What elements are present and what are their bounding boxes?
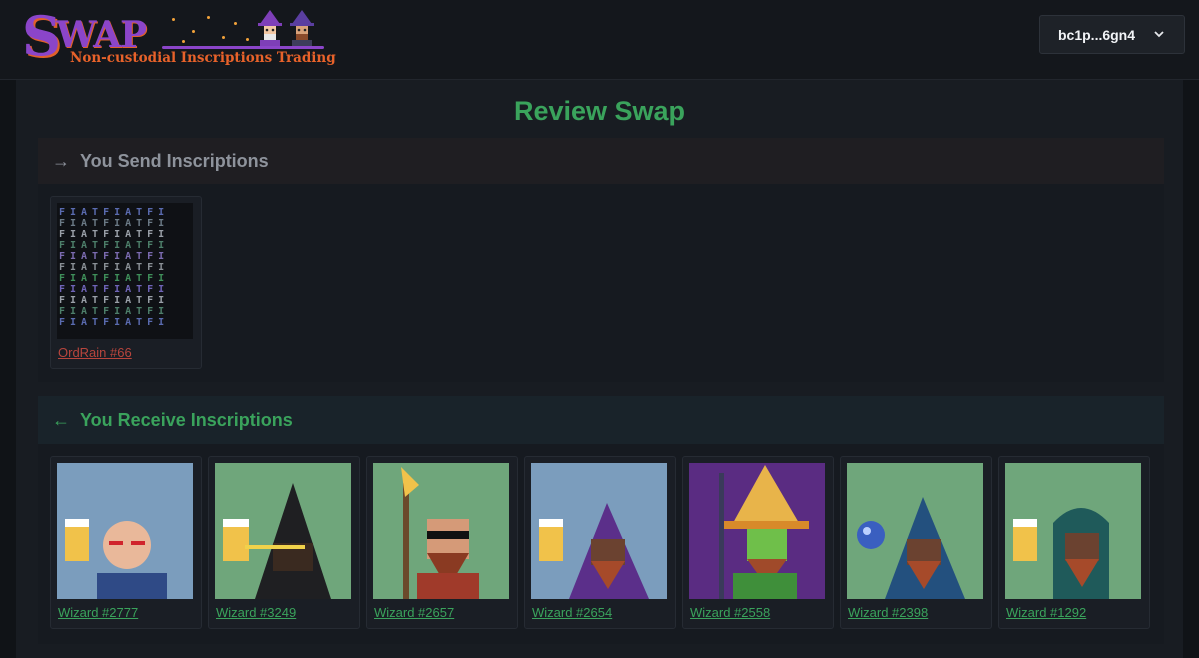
top-bar: S WAP Non-custodial Inscriptions Trading: [0, 0, 1199, 80]
page-title: Review Swap: [513, 96, 686, 126]
arrow-left-icon: ←: [52, 409, 70, 430]
ordrain-artwork: FIATFIATFI FIATFIATFI FIATFIATFI FIATFIA…: [57, 203, 193, 339]
inscription-card[interactable]: Wizard #1292: [998, 456, 1150, 629]
wizard-artwork: [57, 463, 193, 599]
swap-logo[interactable]: S WAP Non-custodial Inscriptions Trading: [22, 4, 336, 70]
inscription-card[interactable]: FIATFIATFI FIATFIATFI FIATFIATFI FIATFIA…: [50, 196, 202, 369]
inscription-link[interactable]: Wizard #2654: [532, 605, 612, 620]
wizard-mascot-icon: [258, 10, 282, 46]
arrow-right-icon: →: [52, 150, 70, 171]
inscription-link[interactable]: Wizard #2777: [58, 605, 138, 620]
receive-section-header: ← You Receive Inscriptions: [38, 396, 1164, 444]
inscription-card[interactable]: Wizard #2657: [366, 456, 518, 629]
receive-section-title: You Receive Inscriptions: [80, 409, 293, 430]
inscription-link[interactable]: Wizard #2657: [374, 605, 454, 620]
wizard-mascot-icon: [290, 10, 314, 46]
inscription-card[interactable]: Wizard #2777: [50, 456, 202, 629]
logo-underline: [162, 46, 324, 49]
inscription-card[interactable]: Wizard #2558: [682, 456, 834, 629]
chevron-down-icon: [1154, 31, 1164, 38]
send-section-body: FIATFIATFI FIATFIATFI FIATFIATFI FIATFIA…: [38, 184, 1164, 382]
wizard-artwork: [847, 463, 983, 599]
wizard-artwork: [531, 463, 667, 599]
inscription-card[interactable]: Wizard #3249: [208, 456, 360, 629]
inscription-link[interactable]: Wizard #3249: [216, 605, 296, 620]
wizard-artwork: [373, 463, 509, 599]
wallet-dropdown-button[interactable]: bc1p...6gn4: [1039, 15, 1185, 54]
inscription-card[interactable]: Wizard #2654: [524, 456, 676, 629]
inscription-link[interactable]: Wizard #2398: [848, 605, 928, 620]
receive-section-body: Wizard #2777 Wizard #3249 Wizard #2657 W…: [38, 444, 1164, 644]
send-section-header: → You Send Inscriptions: [38, 138, 1164, 184]
inscription-link[interactable]: Wizard #2558: [690, 605, 770, 620]
wizard-artwork: [215, 463, 351, 599]
wizard-artwork: [689, 463, 825, 599]
send-section-title: You Send Inscriptions: [80, 150, 269, 171]
wizard-artwork: [1005, 463, 1141, 599]
logo-tagline: Non-custodial Inscriptions Trading: [70, 50, 336, 66]
inscription-card[interactable]: Wizard #2398: [840, 456, 992, 629]
inscription-link[interactable]: OrdRain #66: [58, 345, 132, 360]
inscription-link[interactable]: Wizard #1292: [1006, 605, 1086, 620]
wallet-address: bc1p...6gn4: [1058, 26, 1136, 43]
